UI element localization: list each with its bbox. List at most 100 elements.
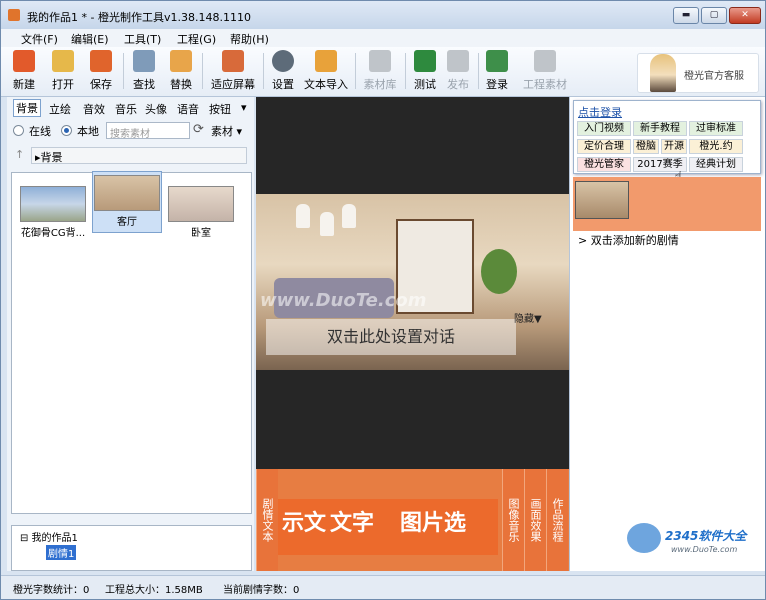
story-thumbnail bbox=[575, 181, 629, 219]
thumbnail-image bbox=[94, 175, 160, 211]
command-card[interactable]: 示文 bbox=[282, 505, 326, 537]
replace-button[interactable]: 替换 bbox=[166, 50, 196, 94]
scene-background[interactable]: www.DuoTe.com 双击此处设置对话 隐藏▼ bbox=[256, 194, 569, 370]
chip-tutorial[interactable]: 新手教程 bbox=[633, 121, 687, 136]
dialog-box[interactable]: 双击此处设置对话 bbox=[266, 319, 516, 355]
word-count: 橙光字数统计：0 bbox=[13, 585, 90, 596]
minimize-button[interactable]: ▬ bbox=[673, 7, 699, 24]
login-button[interactable]: 登录 bbox=[483, 50, 511, 94]
menu-file[interactable]: 文件(F) bbox=[21, 31, 58, 47]
folder-icon bbox=[52, 50, 74, 72]
new-file-icon bbox=[13, 50, 35, 72]
publish-icon bbox=[447, 50, 469, 72]
window-title: 我的作品1 * - 橙光制作工具v1.38.148.1110 bbox=[27, 11, 251, 24]
replace-icon bbox=[170, 50, 192, 72]
toolbar-divider bbox=[478, 53, 479, 89]
chevron-down-icon[interactable]: ▾ bbox=[241, 101, 247, 114]
tab-music[interactable]: 音乐 bbox=[115, 101, 137, 117]
chip-intro-video[interactable]: 入门视频 bbox=[577, 121, 631, 136]
project-size: 工程总大小：1.58MB bbox=[105, 585, 203, 596]
fit-screen-button[interactable]: 适应屏幕 bbox=[209, 50, 257, 94]
settings-button[interactable]: 设置 bbox=[269, 50, 297, 94]
lamp-shape bbox=[320, 212, 334, 236]
new-button[interactable]: 新建 bbox=[9, 50, 39, 94]
chip-pricing[interactable]: 定价合理 bbox=[577, 139, 631, 154]
lamp-shape bbox=[296, 204, 310, 228]
official-service-badge[interactable]: 橙光官方客服 bbox=[637, 53, 759, 93]
tab-voice[interactable]: 语音 bbox=[177, 101, 199, 117]
project-assets-button[interactable]: 工程素材 bbox=[520, 50, 570, 94]
mascot-avatar bbox=[650, 54, 676, 92]
online-radio[interactable] bbox=[13, 125, 24, 136]
login-popup: 点击登录 入门视频 新手教程 过审标准 定价合理 橙脑 开源 橙光.约 橙光管家… bbox=[573, 100, 761, 185]
test-button[interactable]: 测试 bbox=[411, 50, 439, 94]
story-card[interactable] bbox=[573, 177, 761, 231]
category-tabs: 背景 立绘 音效 音乐 头像 语音 按钮 ▾ bbox=[11, 99, 251, 118]
publish-button[interactable]: 发布 bbox=[444, 50, 472, 94]
local-radio[interactable] bbox=[61, 125, 72, 136]
library-icon bbox=[369, 50, 391, 72]
menu-help[interactable]: 帮助(H) bbox=[230, 31, 269, 47]
text-import-icon bbox=[315, 50, 337, 72]
path-field[interactable]: ▸背景 bbox=[31, 147, 247, 164]
tab-button[interactable]: 按钮 bbox=[209, 101, 231, 117]
tab-image-music[interactable]: 图像音乐 bbox=[502, 469, 524, 571]
menu-project[interactable]: 工程(G) bbox=[177, 31, 216, 47]
command-card[interactable]: 文字 bbox=[330, 505, 374, 537]
text-import-button[interactable]: 文本导入 bbox=[303, 50, 349, 94]
chip-open-source[interactable]: 开源 bbox=[661, 139, 687, 154]
asset-thumb[interactable]: 卧室 bbox=[166, 183, 236, 243]
path-row: ↑ ▸背景 bbox=[11, 147, 251, 165]
tab-screen-effect[interactable]: 画面效果 bbox=[524, 469, 546, 571]
tab-avatar[interactable]: 头像 bbox=[145, 101, 167, 117]
chip-classic-plan[interactable]: 经典计划 bbox=[689, 157, 743, 172]
material-dropdown[interactable]: 素材 ▾ bbox=[211, 123, 242, 139]
chip-date[interactable]: 橙光.约 bbox=[689, 139, 743, 154]
tab-story-text[interactable]: 剧情文本 bbox=[256, 469, 278, 571]
asset-grid: 花御骨CG背... 客厅 卧室 bbox=[11, 171, 252, 514]
gear-icon bbox=[272, 50, 294, 72]
local-label: 本地 bbox=[77, 125, 99, 138]
maximize-button[interactable]: ▢ bbox=[701, 7, 727, 24]
asset-search-input[interactable]: 搜索素材 bbox=[106, 122, 190, 140]
chip-manager[interactable]: 橙光管家 bbox=[577, 157, 631, 172]
play-icon bbox=[414, 50, 436, 72]
tree-root[interactable]: ⊟ 我的作品1 bbox=[20, 529, 78, 544]
title-bar: 我的作品1 * - 橙光制作工具v1.38.148.1110 ▬ ▢ ✕ bbox=[1, 1, 765, 29]
find-button[interactable]: 查找 bbox=[129, 50, 159, 94]
library-button[interactable]: 素材库 bbox=[361, 50, 399, 94]
tab-work-flow[interactable]: 作品流程 bbox=[546, 469, 568, 571]
open-button[interactable]: 打开 bbox=[48, 50, 78, 94]
thumbnail-image bbox=[20, 186, 86, 222]
chip-review-standard[interactable]: 过审标准 bbox=[689, 121, 743, 136]
tab-background[interactable]: 背景 bbox=[13, 99, 41, 117]
project-tree: ⊟ 我的作品1 剧情1 bbox=[11, 525, 252, 571]
command-card[interactable]: 图片选 bbox=[400, 505, 466, 537]
chip-orange-brain[interactable]: 橙脑 bbox=[633, 139, 659, 154]
menu-tools[interactable]: 工具(T) bbox=[124, 31, 161, 47]
refresh-icon[interactable]: ⟳ bbox=[193, 122, 204, 137]
asset-thumb[interactable]: 客厅 bbox=[92, 171, 162, 233]
stage-watermark: www.DuoTe.com bbox=[260, 290, 427, 311]
login-link[interactable]: 点击登录 bbox=[578, 104, 622, 120]
fit-screen-icon bbox=[222, 50, 244, 72]
save-button[interactable]: 保存 bbox=[86, 50, 116, 94]
site-watermark: 2345软件大全 www.DuoTe.com bbox=[627, 521, 763, 581]
toolbar-divider bbox=[123, 53, 124, 89]
project-assets-icon bbox=[534, 50, 556, 72]
up-arrow-icon[interactable]: ↑ bbox=[15, 148, 24, 161]
online-label: 在线 bbox=[29, 125, 51, 138]
menu-edit[interactable]: 编辑(E) bbox=[71, 31, 109, 47]
story-panel: 点击登录 入门视频 新手教程 过审标准 定价合理 橙脑 开源 橙光.约 橙光管家… bbox=[569, 97, 765, 571]
close-button[interactable]: ✕ bbox=[729, 7, 761, 24]
tree-node[interactable]: 剧情1 bbox=[46, 545, 77, 560]
toolbar-divider bbox=[202, 53, 203, 89]
command-cards: 示文 文字 图片选 bbox=[278, 499, 498, 555]
asset-thumb[interactable]: 花御骨CG背... bbox=[18, 183, 88, 243]
hide-toggle[interactable]: 隐藏▼ bbox=[514, 310, 542, 325]
add-story-item[interactable]: > 双击添加新的剧情 bbox=[578, 232, 679, 248]
toolbar-divider bbox=[355, 53, 356, 89]
tab-portrait[interactable]: 立绘 bbox=[49, 101, 71, 117]
source-row: 在线 本地 搜索素材 ⟳ 素材 ▾ bbox=[11, 122, 251, 142]
tab-sound-effect[interactable]: 音效 bbox=[83, 101, 105, 117]
